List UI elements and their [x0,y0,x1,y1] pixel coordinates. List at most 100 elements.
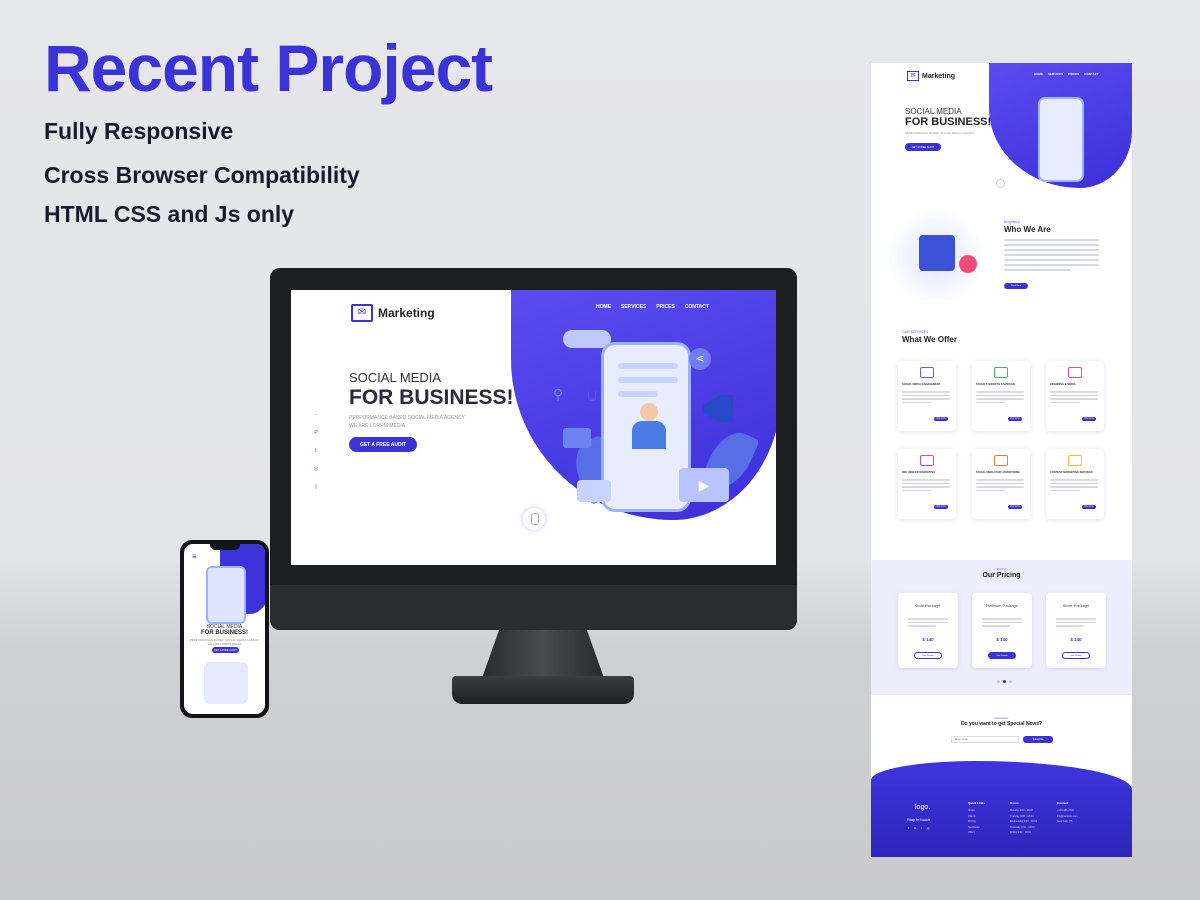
magnet-icon: U [587,388,598,404]
footer-hours-item: Monday 9:00 - 18:00 [1010,809,1033,812]
carousel-dot-active[interactable] [1003,680,1006,683]
footer-link[interactable]: Newsletter [968,826,985,829]
nav-prices[interactable]: PRICES [656,304,675,310]
newsletter-kicker: Newsletter [994,716,1009,720]
content-marketing-icon [1068,455,1082,466]
twitter-icon[interactable]: t [921,826,922,830]
play-icon: ▶ [679,468,729,502]
megaphone-box-icon: ✉ [907,71,919,81]
service-card: INFLUENCER MARKETING READ MORE [898,449,956,519]
service-read-more-button[interactable]: READ MORE [1082,417,1096,421]
pricing-card: Platinum Package $ 140 See Details [972,593,1032,668]
phone-illustration [601,342,691,512]
offer-kicker: OUR SERVICES [902,330,929,334]
pricing-section: Pricing Our Pricing Gold Package $ 140 S… [871,560,1132,695]
service-card: SOCIAL MEDIA PAID ADVERTISING READ MORE [972,449,1030,519]
hamburger-menu-icon[interactable]: ≡ [192,552,197,561]
search-icon: ⚲ [553,386,564,402]
carousel-dot[interactable] [1009,680,1012,683]
instagram-icon[interactable]: ◎ [314,466,318,472]
footer-col-title: Quick Links [968,801,986,805]
footer-link[interactable]: About [968,809,985,812]
pricing-card: Silver Package $ 140 See Details [1046,593,1106,668]
subscribe-button[interactable]: Subscribe [1023,736,1053,743]
free-audit-button[interactable]: GET A FREE AUDIT [349,437,417,452]
preview-free-audit-button[interactable]: GET A FREE AUDIT [905,143,941,151]
hero-heading: FOR BUSINESS! [349,386,514,409]
plan-price: $ 140 [1070,637,1082,642]
see-details-button[interactable]: See Details [988,652,1016,659]
twitter-icon[interactable]: t [315,448,316,454]
carousel-dot[interactable] [997,680,1000,683]
see-details-button[interactable]: See Details [1062,652,1090,659]
service-read-more-button[interactable]: READ MORE [934,505,948,509]
who-kicker: Biography [1004,220,1020,224]
service-cards: SOCIAL MEDIA MANAGEMENT READ MORE SOCIAL… [898,361,1108,519]
site-logo[interactable]: ✉ Marketing [351,304,435,322]
content-line [618,391,658,397]
content-line [618,377,678,383]
monitor-foot [452,676,634,704]
offer-heading: What We Offer [902,335,957,344]
service-read-more-button[interactable]: READ MORE [934,417,948,421]
service-read-more-button[interactable]: READ MORE [1008,417,1022,421]
mobile-free-audit-button[interactable]: GET A FREE AUDIT [212,647,239,653]
footer-logo[interactable]: logo. [915,804,930,811]
nav-prices[interactable]: PRICES [1068,72,1079,76]
feature-item: Fully Responsive [44,118,234,144]
service-read-more-button[interactable]: READ MORE [1082,505,1096,509]
pricing-kicker: Pricing [996,567,1007,571]
person-illustration [632,403,666,449]
plan-price: $ 140 [922,637,934,642]
newsletter-heading: Do you want to get Special News? [960,721,1043,727]
instagram-icon[interactable]: ◎ [927,826,930,830]
service-card: SOCIAL MEDIA MANAGEMENT READ MORE [898,361,956,431]
footer-quick-links: Quick Links About Clients Pricing Newsle… [968,801,985,837]
read-more-button[interactable]: Read More [1004,283,1028,289]
footer-social-icons: f G t ◎ [908,826,930,830]
person-body [632,421,666,449]
service-card-title: CONTENT MARKETING SERVICES [1050,471,1093,474]
preview-logo[interactable]: ✉ Marketing [907,71,955,81]
nav-home[interactable]: HOME [596,304,611,310]
nav-services[interactable]: SERVICES [621,304,646,310]
footer-col-title: Hours [1010,801,1019,805]
pinterest-icon[interactable]: P [314,430,317,436]
footer-link[interactable]: Offers [968,831,985,834]
scroll-mouse-icon[interactable] [523,508,545,530]
footer-stay-text: Stay in touch [907,817,931,822]
feature-item: Cross Browser Compatibility [44,162,360,188]
branding-icon [1068,367,1082,378]
nav-services[interactable]: SERVICES [1048,72,1063,76]
footer-link[interactable]: Pricing [968,820,985,823]
scroll-mouse-icon[interactable] [996,179,1005,188]
facebook-icon[interactable]: f [908,826,909,830]
service-read-more-button[interactable]: READ MORE [1008,505,1022,509]
nav-contact[interactable]: CONTACT [1084,72,1098,76]
hero-subtitle: PERFORMANCE BASED SOCIAL MEDIA AGENCY [349,415,465,421]
who-paragraph [1004,239,1099,274]
monitor-chin [270,585,797,630]
newsletter-email-input[interactable] [951,736,1019,743]
nav-contact[interactable]: CONTACT [685,304,709,310]
footer-email[interactable]: info@website.com [1057,815,1077,818]
mobile-hero-heading: FOR BUSINESS! [200,630,248,636]
service-card: BRANDING & MEDIA READ MORE [1046,361,1104,431]
see-details-button[interactable]: See Details [914,652,942,659]
nav-home[interactable]: HOME [1034,72,1043,76]
footer-phone[interactable]: +123 456 7890 [1057,809,1077,812]
share-icon: ⋖ [689,348,711,370]
mobile-device: ≡ SOCIAL MEDIA FOR BUSINESS! PERFORMANCE… [180,540,269,718]
person-head [640,403,658,421]
desktop-screen: ✉ Marketing HOME SERVICES PRICES CONTACT… [291,290,776,565]
footer-link[interactable]: Clients [968,815,985,818]
plan-name: Gold Package [915,603,941,608]
footer-address: New York, US [1057,820,1073,823]
social-icon[interactable]: - [315,412,317,418]
pricing-card: Gold Package $ 140 See Details [898,593,958,668]
monitor-stand [482,630,604,678]
google-icon[interactable]: G [914,826,916,830]
influencer-icon [920,455,934,466]
mobile-hero-subtitle-2: WE ARE LORRM MEDIA [207,642,242,646]
social-divider: | [315,484,317,490]
